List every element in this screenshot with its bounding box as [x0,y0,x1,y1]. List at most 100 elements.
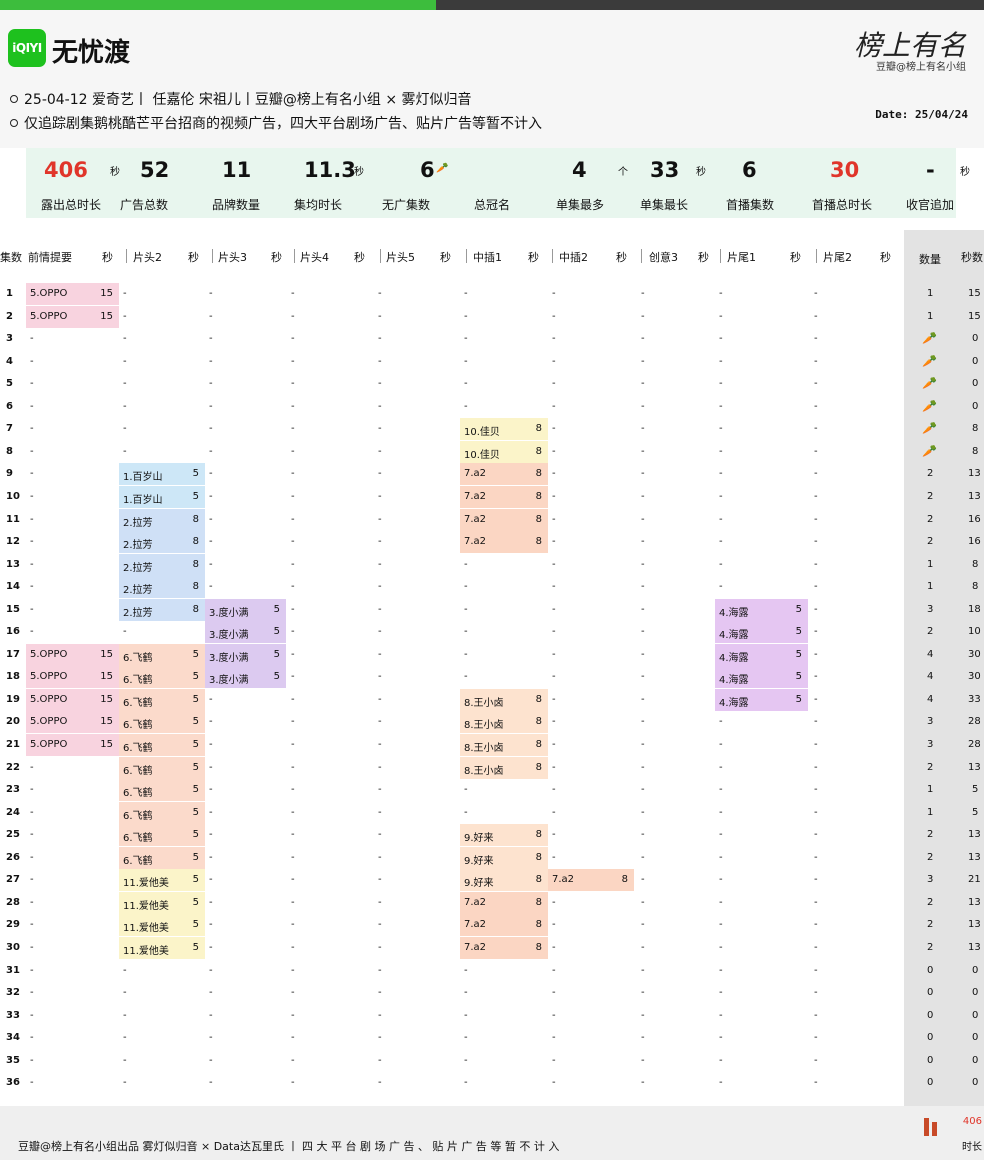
empty-cell: - [464,288,468,299]
empty-cell: - [378,739,382,750]
ad-cell: 4.海露 5 [715,666,808,689]
empty-cell: - [719,987,723,999]
empty-cell: - [123,1009,127,1021]
empty-cell: - [641,626,645,638]
empty-cell: - [378,445,382,457]
empty-cell: - [291,1077,295,1089]
empty-cell: - [30,896,34,908]
stat-item: 11.3 秒集均时长 [292,148,378,218]
stat-item: 30 首播总时长 [812,148,898,218]
empty-cell: - [719,739,723,750]
empty-cell: - [30,378,34,390]
bullet-icon [10,119,18,127]
empty-cell: - [378,1077,382,1089]
empty-cell: - [209,806,213,818]
empty-cell: - [378,964,382,976]
empty-cell: - [552,919,556,931]
footer-total: 406 [962,1116,982,1127]
ad-brand: 2.拉芳 [123,607,153,619]
empty-cell: - [552,693,556,705]
ad-cell: 10.佳贝 8 [460,440,548,463]
ad-total-seconds: 0 [972,1009,979,1021]
empty-cell: - [719,378,723,390]
ad-brand: 4.海露 [719,630,749,642]
empty-cell: - [641,784,645,796]
empty-cell: - [291,964,295,976]
ad-count: 0 [927,1054,934,1066]
ad-seconds: 8 [192,513,199,525]
ad-cell: 3.度小满 5 [205,666,286,689]
empty-cell: - [378,829,382,841]
empty-cell: - [30,558,34,570]
empty-cell: - [378,333,382,345]
ad-brand: 11.爱他美 [123,923,169,935]
col-ending-1-unit: 秒 [790,251,801,264]
episode-number: 28 [6,896,20,908]
carrot-icon: 🥕 [922,443,937,458]
top-progress-bar [0,0,984,10]
episode-number: 8 [6,445,13,457]
empty-cell: - [719,445,723,457]
stat-value: 11.3 [304,158,356,182]
empty-cell: - [291,874,295,886]
iqiyi-logo: iQIYI [8,29,46,67]
empty-cell: - [552,1077,556,1089]
ad-cell: 11.爱他美 5 [119,891,205,914]
empty-cell: - [378,536,382,548]
empty-cell: - [378,1032,382,1044]
stat-label: 单集最多 [556,198,605,212]
ad-total-seconds: 33 [968,693,981,705]
col-episode: 集数 [0,251,22,264]
empty-cell: - [641,603,645,615]
empty-cell: - [641,896,645,908]
episode-number: 22 [6,761,20,773]
ad-seconds: 5 [795,648,802,660]
ad-cell: 11.爱他美 5 [119,936,205,959]
empty-cell: - [291,851,295,863]
carrot-icon: 🥕 [922,353,937,368]
ad-seconds: 8 [535,445,542,457]
empty-cell: - [291,581,295,593]
empty-cell: - [464,987,468,999]
empty-cell: - [641,378,645,390]
empty-cell: - [464,784,468,796]
col-midroll-2: 中插2 [559,251,588,264]
ad-total-seconds: 13 [968,919,981,931]
empty-cell: - [814,558,818,570]
ad-count: 2 [927,761,934,773]
empty-cell: - [378,693,382,705]
ad-seconds: 8 [192,558,199,570]
empty-cell: - [123,310,127,322]
empty-cell: - [641,941,645,953]
ad-total-seconds: 5 [972,784,979,796]
ad-seconds: 8 [192,603,199,615]
empty-cell: - [641,739,645,750]
empty-cell: - [552,400,556,412]
empty-cell: - [30,603,34,615]
ad-cell: 2.拉芳 8 [119,531,205,554]
empty-cell: - [30,513,34,525]
ad-brand: 11.爱他美 [123,900,169,912]
ad-cell: 7.a2 8 [460,914,548,937]
col-recap-unit: 秒 [102,251,113,264]
ad-count: 4 [927,671,934,683]
empty-cell: - [814,536,818,548]
empty-cell: - [719,333,723,345]
empty-cell: - [30,964,34,976]
ad-seconds: 5 [273,648,280,660]
col-divider [466,249,467,263]
episode-number: 14 [6,581,20,593]
table-row: 8- - - - -10.佳贝 8- - - - 🥕 8 [0,440,984,463]
empty-cell: - [30,941,34,953]
footer-bar-icon [924,1116,964,1136]
empty-cell: - [641,671,645,683]
empty-cell: - [209,1054,213,1066]
col-opening-2: 片头2 [133,251,162,264]
ad-seconds: 15 [100,310,113,322]
ad-seconds: 5 [192,806,199,818]
empty-cell: - [378,490,382,502]
ad-cell: 6.飞鹤 5 [119,846,205,869]
empty-cell: - [464,310,468,322]
ad-seconds: 5 [795,603,802,615]
ad-brand: 4.海露 [719,607,749,619]
